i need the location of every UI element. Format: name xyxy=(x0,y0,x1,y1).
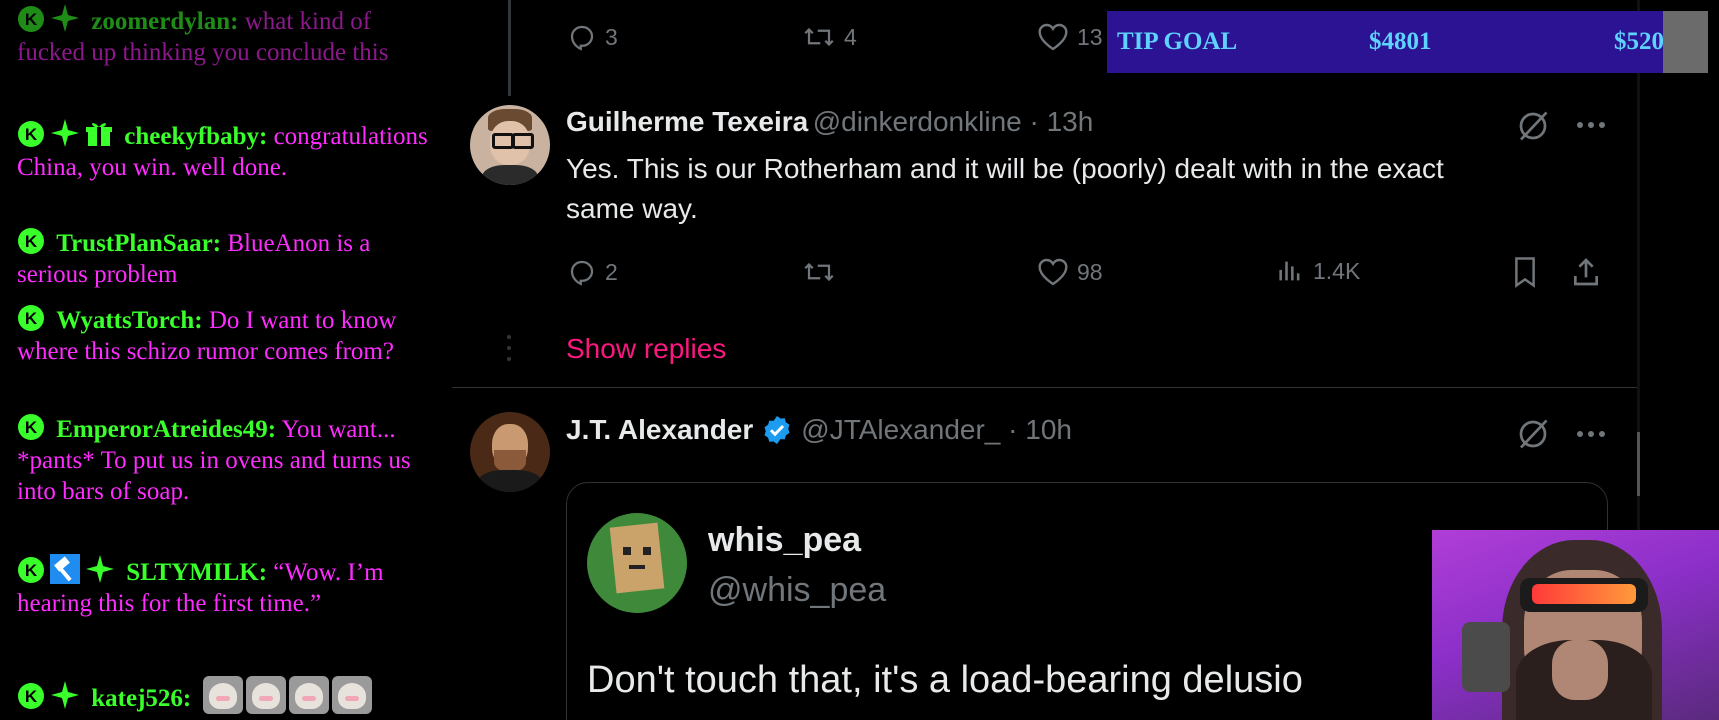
chat-username[interactable]: WyattsTorch: xyxy=(56,307,202,334)
sparkle-badge-icon xyxy=(50,3,80,33)
quoted-author-name: whis_pea xyxy=(708,521,862,559)
chat-message: K TrustPlanSaar: BlueAnon is a serious p… xyxy=(17,227,432,290)
like-button[interactable]: 13 xyxy=(1037,22,1103,52)
grok-icon[interactable] xyxy=(1515,416,1551,452)
chat-username[interactable]: SLTYMILK: xyxy=(126,559,267,586)
show-replies-link[interactable]: Show replies xyxy=(566,333,726,365)
kick-badge-icon: K xyxy=(17,304,45,332)
chat-message: K cheekyfbaby: congratulations China, yo… xyxy=(17,118,432,183)
author-name[interactable]: Guilherme Texeira xyxy=(566,106,808,137)
repost-icon xyxy=(804,27,834,47)
author-meta[interactable]: @dinkerdonkline · 13h xyxy=(813,106,1094,137)
svg-text:K: K xyxy=(25,561,38,580)
svg-text:K: K xyxy=(25,125,38,144)
grok-icon[interactable] xyxy=(1515,108,1551,144)
tip-goal-bar: TIP GOAL $4801 $5200 xyxy=(1107,11,1708,73)
repost-count: 4 xyxy=(844,23,857,50)
bookmark-icon[interactable] xyxy=(1510,256,1540,288)
repost-button[interactable] xyxy=(802,257,836,287)
reply-button[interactable]: 3 xyxy=(567,22,618,52)
share-icon[interactable] xyxy=(1570,256,1602,288)
like-button[interactable]: 98 xyxy=(1037,257,1103,287)
views-count: 1.4K xyxy=(1313,257,1361,284)
svg-text:K: K xyxy=(25,309,38,328)
kick-badge-icon: K xyxy=(17,556,45,584)
tip-goal-label: TIP GOAL xyxy=(1117,28,1238,55)
tweet-text-line: same way. xyxy=(566,193,698,224)
chat-message: K zoomerdylan: what kind of fucked up th… xyxy=(17,3,432,68)
scrollbar-thumb[interactable] xyxy=(1637,432,1640,496)
sparkle-badge-icon xyxy=(50,118,80,148)
chat-username[interactable]: TrustPlanSaar: xyxy=(56,230,221,257)
kick-badge-icon: K xyxy=(17,120,45,148)
repost-button[interactable]: 4 xyxy=(802,22,857,52)
reply-icon xyxy=(570,25,594,51)
gift-badge-icon xyxy=(85,120,113,148)
reply-icon xyxy=(570,260,594,286)
chat-username[interactable]: katej526: xyxy=(91,685,191,712)
quoted-avatar xyxy=(587,513,687,613)
reply-count: 3 xyxy=(605,23,618,50)
reply-button[interactable]: 2 xyxy=(567,257,618,287)
moderator-hammer-icon xyxy=(50,554,80,584)
svg-text:K: K xyxy=(25,687,38,706)
svg-text:K: K xyxy=(25,232,38,251)
chat-message: K SLTYMILK: “Wow. I’m hearing this for t… xyxy=(17,554,432,619)
sparkle-badge-icon xyxy=(85,554,115,584)
cat-emote-icon xyxy=(332,676,373,714)
tip-goal-current: $4801 xyxy=(1369,28,1432,55)
tweet-text: Yes. This is our Rotherham and it will b… xyxy=(566,149,1566,229)
chat-username[interactable]: zoomerdylan: xyxy=(91,8,238,35)
kick-badge-icon: K xyxy=(17,413,45,441)
chat-username[interactable]: EmperorAtreides49: xyxy=(56,416,276,443)
tweet-header: J.T. Alexander @JTAlexander_ · 10h xyxy=(566,414,1072,446)
kick-badge-icon: K xyxy=(17,682,45,710)
svg-text:K: K xyxy=(25,418,38,437)
tweet-text-line: Yes. This is our Rotherham and it will b… xyxy=(566,153,1444,184)
more-replies-dots-icon xyxy=(507,335,511,361)
cat-emote-icon xyxy=(246,676,287,714)
cat-emote-icon xyxy=(289,676,330,714)
like-count: 13 xyxy=(1077,23,1103,50)
views-icon xyxy=(1279,261,1300,281)
quoted-author-handle: @whis_pea xyxy=(708,571,887,609)
chat-message: K WyattsTorch: Do I want to know where t… xyxy=(17,304,432,367)
tweet-header: Guilherme Texeira @dinkerdonkline · 13h xyxy=(566,106,1093,138)
author-meta[interactable]: @JTAlexander_ · 10h xyxy=(801,414,1072,446)
chat-message: K EmperorAtreides49: You want... *pants*… xyxy=(17,413,432,507)
divider xyxy=(452,387,1640,388)
stream-chat-panel: K zoomerdylan: what kind of fucked up th… xyxy=(0,0,445,720)
quoted-tweet-text: Don't touch that, it's a load-bearing de… xyxy=(587,659,1303,701)
thread-line xyxy=(508,0,511,96)
avatar[interactable] xyxy=(470,105,550,185)
cat-emote-icon xyxy=(203,676,244,714)
kick-badge-icon: K xyxy=(17,227,45,255)
tip-goal-remaining xyxy=(1663,11,1708,73)
heart-icon xyxy=(1038,23,1068,51)
cat-emotes xyxy=(203,676,373,714)
verified-badge-icon xyxy=(764,416,790,444)
chat-username[interactable]: cheekyfbaby: xyxy=(124,123,267,150)
sparkle-badge-icon xyxy=(50,680,80,710)
chat-message: K katej526: xyxy=(17,676,432,714)
webcam-overlay xyxy=(1432,530,1719,720)
author-name[interactable]: J.T. Alexander xyxy=(566,414,753,446)
like-count: 98 xyxy=(1077,258,1103,285)
svg-text:K: K xyxy=(25,10,38,29)
avatar[interactable] xyxy=(470,412,550,492)
heart-icon xyxy=(1038,258,1068,286)
views-button[interactable]: 1.4K xyxy=(1275,257,1360,285)
repost-icon xyxy=(804,262,834,282)
more-options-icon[interactable] xyxy=(1574,116,1608,134)
reply-count: 2 xyxy=(605,258,618,285)
more-options-icon[interactable] xyxy=(1574,425,1608,443)
kick-badge-icon: K xyxy=(17,5,45,33)
